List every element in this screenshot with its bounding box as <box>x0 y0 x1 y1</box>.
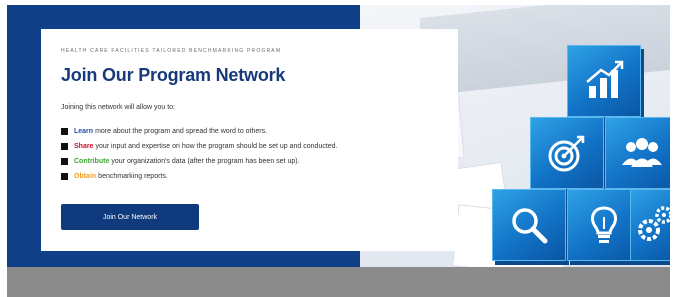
benefit-text: your organization's data (after the prog… <box>111 158 300 165</box>
bottom-bar <box>7 267 670 297</box>
page-title: Join Our Program Network <box>61 65 286 85</box>
cube-team <box>605 117 670 189</box>
benefit-keyword: Obtain <box>74 173 97 180</box>
program-eyebrow: HEALTH CARE FACILITIES TAILORED BENCHMAR… <box>61 48 282 54</box>
target-icon <box>548 135 585 172</box>
list-item: Contribute your organization's data (aft… <box>61 154 338 169</box>
bar-chart-arrow-icon <box>586 60 624 98</box>
list-item: Learn more about the program and spread … <box>61 124 338 139</box>
cube-target <box>530 117 604 189</box>
gears-icon <box>638 206 670 241</box>
benefit-text: more about the program and spread the wo… <box>95 128 268 135</box>
list-item: Obtain benchmarking reports. <box>61 169 338 184</box>
list-item: Share your input and expertise on how th… <box>61 139 338 154</box>
benefit-text: benchmarking reports. <box>98 173 168 180</box>
cube-gears <box>630 189 670 261</box>
lightbulb-icon <box>591 206 617 243</box>
intro-text: Joining this network will allow you to: <box>61 104 175 111</box>
cube-bar-chart <box>567 45 641 117</box>
benefits-list: Learn more about the program and spread … <box>61 124 338 184</box>
magnifier-icon <box>512 208 548 244</box>
benefit-keyword: Contribute <box>74 158 110 165</box>
square-bullet-icon <box>61 128 68 135</box>
program-banner: HEALTH CARE FACILITIES TAILORED BENCHMAR… <box>7 5 670 267</box>
cube-magnifier <box>492 189 566 261</box>
join-network-button[interactable]: Join Our Network <box>61 204 199 230</box>
square-bullet-icon <box>61 143 68 150</box>
benefit-text: your input and expertise on how the prog… <box>95 143 338 150</box>
square-bullet-icon <box>61 158 68 165</box>
benefit-keyword: Learn <box>74 128 94 135</box>
square-bullet-icon <box>61 173 68 180</box>
program-card: HEALTH CARE FACILITIES TAILORED BENCHMAR… <box>41 29 458 251</box>
benefit-keyword: Share <box>74 143 94 150</box>
team-icon <box>622 138 662 167</box>
